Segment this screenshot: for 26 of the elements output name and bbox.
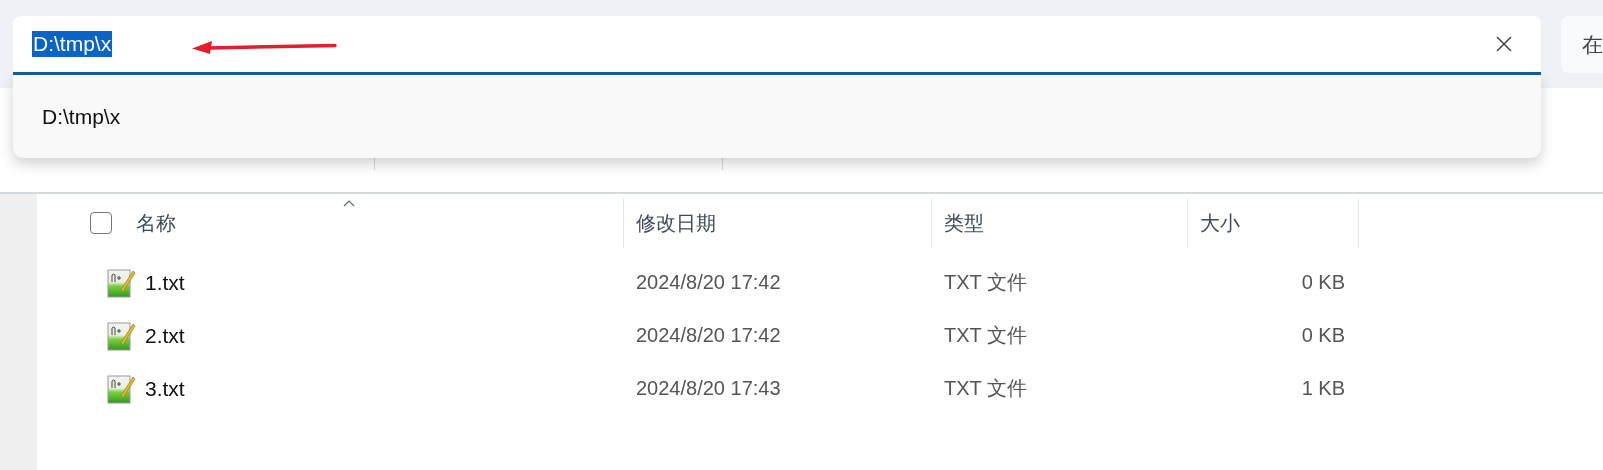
column-header[interactable]: 类型: [944, 209, 984, 237]
search-field[interactable]: 在: [1561, 16, 1603, 73]
date-modified: 2024/8/20 17:42: [636, 324, 781, 347]
file-size: 1 KB: [1301, 377, 1345, 400]
address-text: D:\tmp\x: [32, 31, 113, 57]
text-file-icon: [107, 267, 137, 298]
file-size: 0 KB: [1301, 271, 1345, 294]
column-header[interactable]: 大小: [1200, 209, 1240, 237]
file-name[interactable]: 2.txt: [145, 323, 185, 348]
file-type: TXT 文件: [944, 323, 1027, 348]
date-modified: 2024/8/20 17:42: [636, 271, 781, 294]
column-header[interactable]: 名称: [136, 209, 176, 237]
select-all-checkbox[interactable]: [90, 212, 112, 234]
column-header[interactable]: 修改日期: [636, 209, 716, 237]
date-modified: 2024/8/20 17:43: [636, 377, 781, 400]
close-icon[interactable]: [1495, 35, 1513, 53]
text-file-icon: [107, 320, 137, 351]
file-name[interactable]: 3.txt: [145, 376, 185, 401]
file-type: TXT 文件: [944, 270, 1027, 295]
suggestion-item[interactable]: D:\tmp\x: [42, 104, 121, 129]
text-file-icon: [107, 373, 137, 404]
file-size: 0 KB: [1301, 324, 1345, 347]
file-name[interactable]: 1.txt: [145, 270, 185, 295]
address-field[interactable]: D:\tmp\x: [13, 16, 1541, 75]
file-type: TXT 文件: [944, 376, 1027, 401]
search-label: 在: [1582, 31, 1603, 58]
